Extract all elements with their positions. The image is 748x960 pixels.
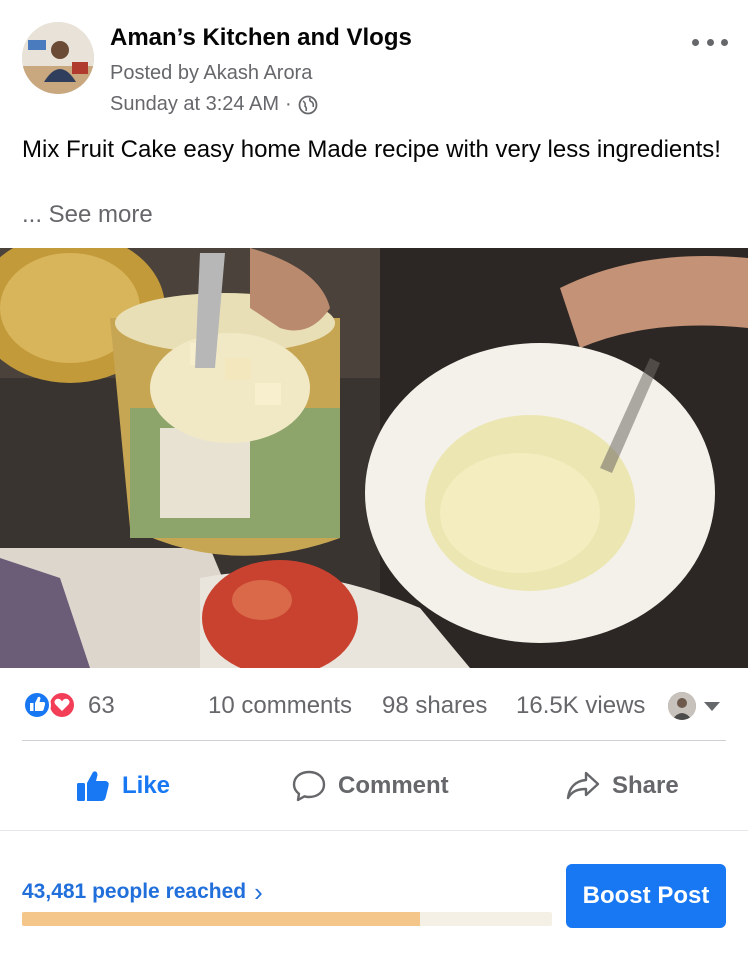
like-reaction-icon: [23, 691, 51, 719]
reaction-count[interactable]: 63: [88, 692, 115, 720]
page-name-link[interactable]: Aman’s Kitchen and Vlogs: [110, 24, 412, 52]
people-reached-link[interactable]: 43,481 people reached ›: [22, 877, 263, 907]
reach-progress-bar: [22, 912, 552, 926]
comment-icon: [292, 769, 326, 803]
video-frame: [0, 248, 748, 668]
like-label: Like: [122, 772, 171, 799]
like-button[interactable]: Like: [76, 760, 170, 812]
views-count[interactable]: 16.5K views: [516, 692, 645, 720]
more-options-icon[interactable]: [692, 30, 728, 54]
chevron-right-icon: ›: [254, 877, 263, 907]
more-dot: [706, 38, 714, 46]
avatar-image: [22, 22, 94, 94]
posted-by-text: Posted by Akash Arora: [110, 62, 313, 84]
shares-count[interactable]: 98 shares: [382, 692, 487, 720]
comment-label: Comment: [338, 772, 449, 799]
chevron-down-icon[interactable]: [704, 702, 720, 711]
page-avatar[interactable]: [22, 22, 94, 94]
share-button[interactable]: Share: [566, 760, 679, 812]
see-more-link[interactable]: ... See more: [22, 199, 153, 231]
reaction-icons[interactable]: [22, 690, 78, 720]
post-actions: Like Comment Share: [0, 742, 748, 830]
boost-post-button[interactable]: Boost Post: [566, 864, 726, 928]
more-dot: [721, 38, 728, 46]
post-caption: Mix Fruit Cake easy home Made recipe wit…: [22, 136, 721, 163]
timestamp-text: Sunday at 3:24 AM: [110, 93, 280, 115]
post-timestamp[interactable]: Sunday at 3:24 AM ·: [110, 93, 318, 116]
viewer-avatar[interactable]: [668, 692, 696, 720]
footer-divider: [0, 830, 748, 831]
people-reached-text: 43,481 people reached: [22, 880, 247, 903]
thumbs-up-icon: [76, 770, 110, 802]
post-stats: 63 10 comments 98 shares 16.5K views: [0, 668, 748, 742]
reach-progress-fill: [22, 912, 420, 926]
comment-button[interactable]: Comment: [292, 760, 449, 812]
timestamp-separator: ·: [285, 93, 292, 115]
stats-divider: [22, 740, 726, 741]
share-icon: [566, 770, 600, 802]
share-label: Share: [612, 772, 679, 799]
globe-icon: [298, 95, 318, 115]
post-video[interactable]: [0, 248, 748, 668]
love-reaction-icon: [48, 691, 76, 719]
comments-count[interactable]: 10 comments: [208, 692, 352, 720]
post-header: Aman’s Kitchen and Vlogs Posted by Akash…: [0, 0, 748, 130]
post-insights: 43,481 people reached › Boost Post: [0, 832, 748, 960]
more-dot: [692, 38, 699, 46]
